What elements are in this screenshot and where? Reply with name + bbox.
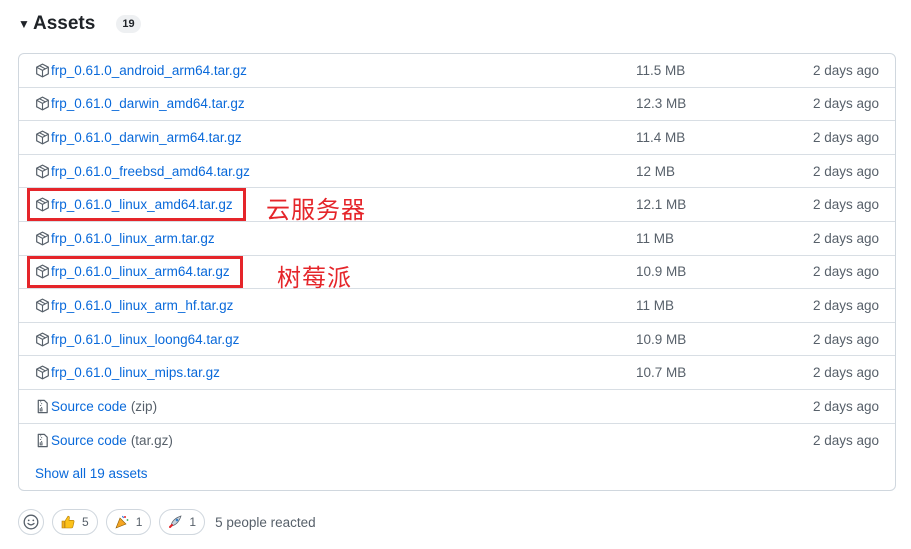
asset-row: frp_0.61.0_linux_arm_hf.tar.gz 11 MB 2 day… — [19, 289, 895, 323]
package-icon — [35, 63, 50, 78]
asset-size: 12 MB — [636, 163, 676, 179]
package-icon — [35, 197, 50, 212]
asset-download-link[interactable]: frp_0.61.0_android_arm64.tar.gz — [35, 63, 247, 78]
annotation-raspberry-pi: 树莓派 — [277, 264, 352, 292]
asset-row: frp_0.61.0_android_arm64.tar.gz 11.5 MB 2 … — [19, 54, 895, 88]
package-icon — [35, 96, 50, 111]
asset-download-link[interactable]: frp_0.61.0_linux_arm64.tar.gz — [35, 264, 230, 279]
asset-size: 10.9 MB — [636, 264, 687, 280]
assets-count-badge: 19 — [116, 15, 141, 33]
asset-row: frp_0.61.0_linux_amd64.tar.gz 12.1 MB 2 da… — [19, 188, 895, 222]
thumbs-up-count: 5 — [82, 515, 89, 529]
asset-date: 2 days ago — [812, 197, 879, 213]
show-all-row: Show all 19 assets — [19, 457, 895, 490]
assets-header[interactable]: ▼ Assets 19 — [18, 12, 141, 36]
asset-download-link[interactable]: frp_0.61.0_linux_arm.tar.gz — [35, 231, 215, 246]
assets-list: frp_0.61.0_android_arm64.tar.gz 11.5 MB 2 … — [18, 53, 896, 491]
asset-download-link[interactable]: frp_0.61.0_darwin_amd64.tar.gz — [35, 96, 245, 111]
asset-name: frp_0.61.0_darwin_amd64.tar.gz — [51, 96, 245, 112]
asset-size: 11.5 MB — [636, 62, 686, 78]
asset-date: 2 days ago — [812, 398, 879, 414]
asset-name: frp_0.61.0_linux_mips.tar.gz — [51, 365, 220, 381]
file-zip-icon — [35, 433, 50, 448]
package-icon — [35, 231, 50, 246]
file-zip-icon — [35, 399, 50, 414]
asset-row: frp_0.61.0_darwin_amd64.tar.gz 12.3 MB 2 d… — [19, 88, 895, 122]
asset-name: frp_0.61.0_linux_amd64.tar.gz — [51, 197, 233, 213]
asset-size: 12.3 MB — [636, 96, 687, 112]
asset-download-link[interactable]: frp_0.61.0_linux_loong64.tar.gz — [35, 332, 239, 347]
asset-download-link[interactable]: frp_0.61.0_darwin_arm64.tar.gz — [35, 130, 242, 145]
package-icon — [35, 365, 50, 380]
asset-date: 2 days ago — [812, 432, 879, 448]
asset-row: frp_0.61.0_freebsd_amd64.tar.gz 12 MB 2 da… — [19, 155, 895, 189]
caret-down-icon[interactable]: ▼ — [18, 17, 32, 31]
asset-download-link[interactable]: frp_0.61.0_linux_arm_hf.tar.gz — [35, 298, 233, 313]
asset-date: 2 days ago — [812, 163, 879, 179]
annotation-cloud-server: 云服务器 — [266, 196, 366, 224]
asset-date: 2 days ago — [812, 264, 879, 280]
asset-size: 11.4 MB — [636, 129, 686, 145]
rocket-icon — [167, 514, 183, 530]
asset-date: 2 days ago — [812, 365, 879, 381]
asset-row: Source code (zip) 2 days ago — [19, 390, 895, 424]
asset-name: frp_0.61.0_darwin_arm64.tar.gz — [51, 129, 242, 145]
asset-download-link[interactable]: frp_0.61.0_freebsd_amd64.tar.gz — [35, 164, 250, 179]
add-reaction-button[interactable] — [18, 509, 44, 535]
asset-name: frp_0.61.0_linux_loong64.tar.gz — [51, 331, 240, 347]
asset-size: 11 MB — [636, 297, 675, 313]
asset-format-suffix: (zip) — [130, 398, 158, 414]
asset-size: 12.1 MB — [636, 197, 687, 213]
asset-name: frp_0.61.0_android_arm64.tar.gz — [51, 62, 247, 78]
asset-date: 2 days ago — [812, 62, 879, 78]
asset-size: 11 MB — [636, 230, 675, 246]
asset-name: frp_0.61.0_linux_arm64.tar.gz — [51, 264, 230, 280]
asset-row: frp_0.61.0_linux_mips.tar.gz 10.7 MB 2 day… — [19, 356, 895, 390]
asset-download-link[interactable]: frp_0.61.0_linux_amd64.tar.gz — [35, 197, 233, 212]
asset-name: Source code — [51, 398, 127, 414]
asset-date: 2 days ago — [812, 230, 879, 246]
asset-row: Source code (tar.gz) 2 days ago — [19, 424, 895, 458]
asset-name: Source code — [51, 432, 127, 448]
asset-row: frp_0.61.0_linux_arm64.tar.gz 10.9 MB 2 da… — [19, 256, 895, 290]
thumbs-up-icon — [60, 514, 76, 530]
assets-title: Assets — [33, 13, 96, 34]
asset-date: 2 days ago — [812, 331, 879, 347]
asset-format-suffix: (tar.gz) — [130, 432, 173, 448]
asset-date: 2 days ago — [812, 129, 879, 145]
asset-download-link[interactable]: frp_0.61.0_linux_mips.tar.gz — [35, 365, 220, 380]
package-icon — [35, 298, 50, 313]
smiley-icon — [23, 514, 39, 530]
reaction-rocket-button[interactable]: 1 — [159, 509, 206, 535]
reactions-bar: 5 1 1 5 people reacted — [18, 509, 316, 535]
package-icon — [35, 332, 50, 347]
asset-name: frp_0.61.0_linux_arm_hf.tar.gz — [51, 297, 234, 313]
party-popper-icon — [114, 514, 130, 530]
asset-date: 2 days ago — [812, 297, 879, 313]
asset-row: frp_0.61.0_linux_loong64.tar.gz 10.9 MB 2 … — [19, 323, 895, 357]
reaction-summary: 5 people reacted — [215, 514, 316, 530]
package-icon — [35, 264, 50, 279]
package-icon — [35, 130, 50, 145]
reaction-thumbs-up-button[interactable]: 5 — [52, 509, 98, 535]
rocket-count: 1 — [189, 515, 197, 529]
hooray-count: 1 — [135, 515, 143, 529]
show-all-assets-link[interactable]: Show all 19 assets — [35, 466, 148, 481]
asset-size: 10.7 MB — [636, 365, 687, 381]
asset-date: 2 days ago — [812, 96, 879, 112]
asset-size: 10.9 MB — [636, 331, 687, 347]
reaction-hooray-button[interactable]: 1 — [105, 509, 152, 535]
asset-row: frp_0.61.0_linux_arm.tar.gz 11 MB 2 days a… — [19, 222, 895, 256]
asset-row: frp_0.61.0_darwin_arm64.tar.gz 11.4 MB 2 d… — [19, 121, 895, 155]
asset-download-link[interactable]: Source code (zip) — [35, 399, 157, 414]
asset-download-link[interactable]: Source code (tar.gz) — [35, 433, 173, 448]
package-icon — [35, 164, 50, 179]
asset-name: frp_0.61.0_freebsd_amd64.tar.gz — [51, 163, 250, 179]
asset-name: frp_0.61.0_linux_arm.tar.gz — [51, 230, 215, 246]
